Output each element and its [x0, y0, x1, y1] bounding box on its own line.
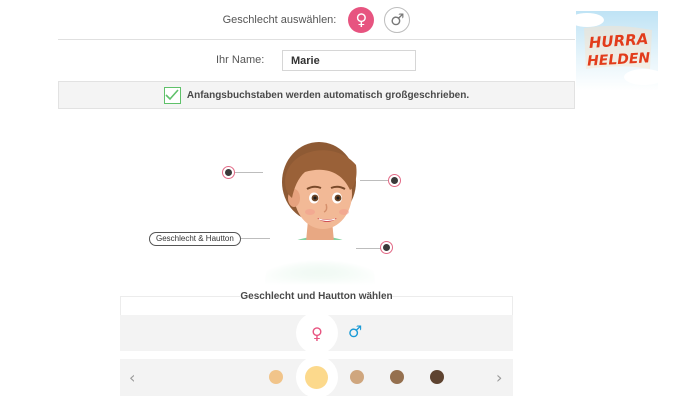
svg-text:HELDEN: HELDEN [587, 50, 651, 69]
skin-tone-2[interactable] [305, 366, 328, 389]
chevron-left-icon[interactable]: ‹ [129, 368, 135, 387]
face-hotspot[interactable] [388, 174, 401, 187]
male-symbol-icon: ♂ [348, 322, 363, 341]
capitalize-text: Anfangsbuchstaben werden automatisch gro… [186, 89, 470, 101]
female-symbol-icon: ♀ [355, 10, 368, 29]
gender-options-bar: ♀ ♂ [120, 312, 513, 354]
skin-tone-bar: ‹ › [120, 356, 513, 398]
gender-skin-callout[interactable]: Geschlecht & Hautton [149, 232, 241, 246]
checkmark-icon [165, 89, 179, 101]
male-symbol-icon: ♂ [390, 10, 405, 29]
name-label: Ihr Name: [216, 54, 265, 66]
gender-select-row: Geschlecht auswählen: ♀ ♂ [58, 0, 575, 40]
panel-title: Geschlecht und Hautton wählen [240, 291, 393, 302]
avatar-illustration [260, 142, 380, 290]
capitalize-checkbox[interactable] [163, 86, 181, 104]
capitalize-bar: Anfangsbuchstaben werden automatisch gro… [58, 81, 575, 109]
skin-tone-1[interactable] [269, 370, 283, 384]
logo-wordmark: HURRA HELDEN [584, 25, 652, 70]
hurra-helden-logo: HURRA HELDEN [576, 11, 658, 91]
avatar-preview: Geschlecht & Hautton [120, 120, 520, 290]
skin-tone-3[interactable] [350, 370, 364, 384]
skin-tone-4[interactable] [390, 370, 404, 384]
panel-male-option[interactable]: ♂ [348, 324, 362, 340]
panel-female-option[interactable]: ♀ [296, 312, 338, 354]
name-row: Ihr Name: [58, 47, 575, 73]
chevron-right-icon[interactable]: › [496, 368, 502, 387]
skin-tone-5[interactable] [430, 370, 444, 384]
female-symbol-icon: ♀ [311, 323, 323, 343]
male-gender-button[interactable]: ♂ [384, 6, 411, 33]
female-gender-button[interactable]: ♀ [348, 6, 375, 33]
clothing-hotspot[interactable] [380, 241, 393, 254]
gender-select-label: Geschlecht auswählen: [222, 13, 337, 26]
hairstyle-hotspot[interactable] [222, 166, 235, 179]
name-input[interactable] [282, 50, 416, 71]
